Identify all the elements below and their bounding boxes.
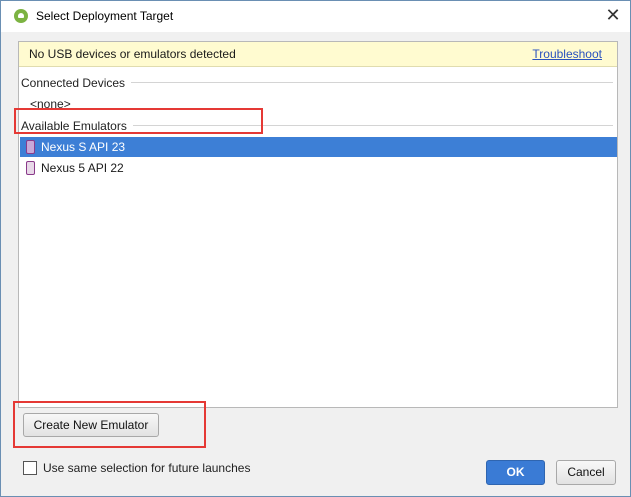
emulator-item-label: Nexus S API 23	[41, 140, 126, 154]
close-button[interactable]: ✕	[601, 5, 625, 27]
android-studio-icon	[14, 9, 28, 23]
emulator-item-nexus-s-api-23[interactable]: Nexus S API 23	[20, 137, 617, 157]
create-new-emulator-button[interactable]: Create New Emulator	[23, 413, 159, 437]
phone-icon	[26, 161, 35, 175]
remember-selection-checkbox[interactable]	[23, 461, 37, 475]
no-devices-label: <none>	[30, 97, 71, 111]
title-bar: Select Deployment Target ✕	[1, 1, 630, 32]
remember-selection-label: Use same selection for future launches	[43, 461, 251, 475]
connected-devices-header: Connected Devices	[21, 76, 132, 90]
troubleshoot-link[interactable]: Troubleshoot	[532, 47, 602, 61]
notice-banner: No USB devices or emulators detected Tro…	[19, 42, 617, 67]
notice-message: No USB devices or emulators detected	[29, 47, 236, 61]
deployment-target-dialog: Select Deployment Target ✕ No USB device…	[0, 0, 631, 497]
available-emulators-header: Available Emulators	[21, 119, 133, 133]
emulator-item-label: Nexus 5 API 22	[41, 161, 124, 175]
emulator-item-nexus-5-api-22[interactable]: Nexus 5 API 22	[20, 158, 617, 178]
dialog-title: Select Deployment Target	[36, 9, 174, 23]
device-list-panel: No USB devices or emulators detected Tro…	[18, 41, 618, 408]
ok-button[interactable]: OK	[486, 460, 545, 485]
cancel-button[interactable]: Cancel	[556, 460, 616, 485]
phone-icon	[26, 140, 35, 154]
